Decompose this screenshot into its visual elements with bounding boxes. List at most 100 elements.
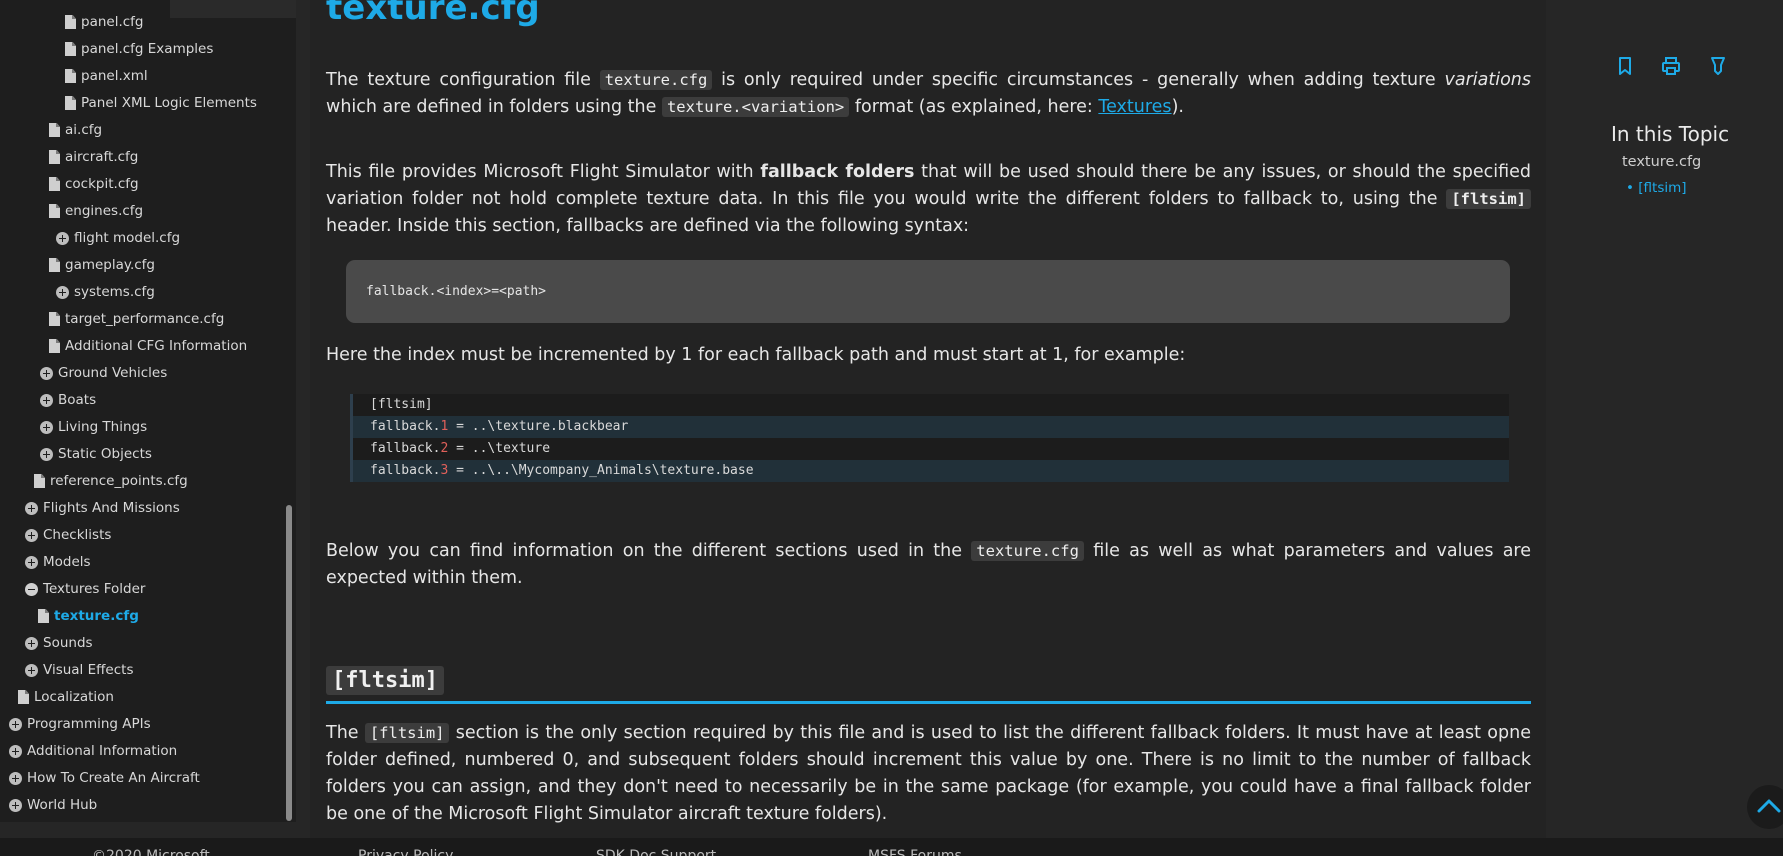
sidebar-item[interactable]: texture.cfg bbox=[38, 604, 139, 628]
sidebar-item-label: reference_points.cfg bbox=[50, 473, 188, 489]
sidebar-item-label: World Hub bbox=[27, 797, 98, 813]
sidebar-item[interactable]: Models bbox=[25, 550, 91, 574]
sidebar-item-label: cockpit.cfg bbox=[65, 176, 139, 192]
sidebar-item[interactable]: gameplay.cfg bbox=[49, 253, 155, 277]
expand-icon[interactable] bbox=[25, 636, 38, 650]
document-icon bbox=[65, 69, 76, 83]
sidebar-item[interactable]: aircraft.cfg bbox=[49, 145, 138, 169]
section-heading-fltsim: [fltsim] bbox=[326, 666, 444, 695]
footer-forums-link[interactable]: MSFS Forums bbox=[868, 848, 962, 856]
sidebar-scrollbar-thumb[interactable] bbox=[286, 505, 292, 821]
document-icon bbox=[65, 42, 76, 56]
sidebar-item-label: Panel XML Logic Elements bbox=[81, 95, 257, 111]
expand-icon[interactable] bbox=[9, 744, 22, 758]
code-text: fallback. bbox=[370, 463, 441, 478]
expand-icon[interactable] bbox=[25, 528, 38, 542]
sidebar-item[interactable]: Boats bbox=[40, 388, 96, 412]
sidebar-item[interactable]: panel.cfg Examples bbox=[65, 37, 213, 61]
toc-title: In this Topic bbox=[1611, 122, 1730, 146]
sidebar-item-label: Ground Vehicles bbox=[58, 365, 168, 381]
text: header. Inside this section, fallbacks a… bbox=[326, 216, 970, 236]
sidebar-item[interactable]: Textures Folder bbox=[25, 577, 145, 601]
sidebar-item[interactable]: Additional Information bbox=[9, 739, 177, 763]
sidebar-top-strip bbox=[170, 0, 296, 18]
expand-icon[interactable] bbox=[25, 555, 38, 569]
sidebar-item[interactable]: Ground Vehicles bbox=[40, 361, 167, 385]
text: which are defined in folders using the bbox=[326, 97, 662, 117]
collapse-icon[interactable] bbox=[25, 582, 38, 596]
right-panel: In this Topic texture.cfg • [fltsim] bbox=[1563, 0, 1783, 840]
document-icon bbox=[49, 123, 60, 137]
expand-icon[interactable] bbox=[25, 501, 38, 515]
text: This file provides Microsoft Flight Simu… bbox=[326, 162, 761, 182]
document-icon bbox=[49, 312, 60, 326]
sidebar-item[interactable]: ai.cfg bbox=[49, 118, 102, 142]
sidebar-item[interactable]: Localization bbox=[18, 685, 114, 709]
sidebar-item-label: target_performance.cfg bbox=[65, 311, 225, 327]
sidebar-item[interactable]: Programming APIs bbox=[9, 712, 151, 736]
sidebar-item[interactable]: Additional CFG Information bbox=[49, 334, 247, 358]
code-text: [fltsim] bbox=[370, 397, 433, 412]
sidebar-item[interactable]: cockpit.cfg bbox=[49, 172, 139, 196]
sidebar-item[interactable]: target_performance.cfg bbox=[49, 307, 224, 331]
inline-code: texture.cfg bbox=[971, 541, 1084, 561]
sidebar-item[interactable]: systems.cfg bbox=[56, 280, 155, 304]
code-line: fallback.<index>=<path> bbox=[366, 284, 547, 299]
code-line: fallback.3 = ..\..\Mycompany_Animals\tex… bbox=[353, 460, 1509, 482]
footer-sdk-support-link[interactable]: SDK Doc Support bbox=[596, 848, 716, 856]
fallback-paragraph: This file provides Microsoft Flight Simu… bbox=[326, 159, 1531, 240]
highlight-icon[interactable] bbox=[1707, 55, 1729, 77]
expand-icon[interactable] bbox=[9, 798, 22, 812]
code-line: fallback.2 = ..\texture bbox=[353, 438, 1509, 460]
expand-icon[interactable] bbox=[9, 771, 22, 785]
sidebar-item[interactable]: flight model.cfg bbox=[56, 226, 180, 250]
sidebar-item[interactable]: Panel XML Logic Elements bbox=[65, 91, 257, 115]
index-paragraph: Here the index must be incremented by 1 … bbox=[326, 345, 1186, 365]
bold-text: fallback folders bbox=[760, 162, 915, 182]
footer-copyright: ©2020 Microsoft bbox=[92, 848, 210, 856]
sidebar-item[interactable]: Flights And Missions bbox=[25, 496, 180, 520]
sidebar-item[interactable]: panel.cfg bbox=[65, 10, 144, 34]
footer-privacy-link[interactable]: Privacy Policy bbox=[358, 848, 453, 856]
expand-icon[interactable] bbox=[25, 663, 38, 677]
sidebar-item[interactable]: reference_points.cfg bbox=[34, 469, 188, 493]
back-to-top-button[interactable] bbox=[1747, 785, 1783, 829]
footer: ©2020 Microsoft Privacy Policy SDK Doc S… bbox=[0, 838, 1783, 856]
code-text: fallback. bbox=[370, 441, 441, 456]
expand-icon[interactable] bbox=[56, 285, 69, 299]
expand-icon[interactable] bbox=[40, 366, 53, 380]
sidebar-item-label: Sounds bbox=[43, 635, 93, 651]
sidebar-item-label: panel.xml bbox=[81, 68, 148, 84]
document-icon bbox=[49, 258, 60, 272]
sidebar-item[interactable]: Visual Effects bbox=[25, 658, 133, 682]
sidebar-item-label: panel.cfg bbox=[81, 14, 144, 30]
sidebar-item-label: Static Objects bbox=[58, 446, 152, 462]
expand-icon[interactable] bbox=[40, 393, 53, 407]
expand-icon[interactable] bbox=[40, 420, 53, 434]
document-icon bbox=[49, 177, 60, 191]
text: is only required under specific circumst… bbox=[712, 70, 1445, 90]
textures-link[interactable]: Textures bbox=[1098, 97, 1171, 117]
toc-link-fltsim[interactable]: • [fltsim] bbox=[1626, 180, 1687, 196]
sidebar-item[interactable]: World Hub bbox=[9, 793, 97, 817]
toc-link-texture-cfg[interactable]: texture.cfg bbox=[1622, 154, 1701, 170]
chevron-up-icon bbox=[1757, 799, 1781, 813]
sidebar-item-label: flight model.cfg bbox=[74, 230, 181, 246]
sidebar-item[interactable]: Sounds bbox=[25, 631, 93, 655]
sidebar-item-label: Models bbox=[43, 554, 91, 570]
sidebar-item-label: Living Things bbox=[58, 419, 148, 435]
sidebar-item[interactable]: Static Objects bbox=[40, 442, 152, 466]
sidebar-item-label: Textures Folder bbox=[43, 581, 146, 597]
sidebar-navigation: panel.cfg panel.cfg Examples panel.xml Pane… bbox=[0, 0, 296, 822]
expand-icon[interactable] bbox=[40, 447, 53, 461]
bookmark-icon[interactable] bbox=[1614, 55, 1636, 77]
sidebar-item[interactable]: Checklists bbox=[25, 523, 111, 547]
sidebar-item[interactable]: How To Create An Aircraft bbox=[9, 766, 200, 790]
sidebar-item[interactable]: Living Things bbox=[40, 415, 147, 439]
intro-paragraph: The texture configuration file texture.c… bbox=[326, 67, 1531, 121]
print-icon[interactable] bbox=[1660, 55, 1682, 77]
expand-icon[interactable] bbox=[9, 717, 22, 731]
expand-icon[interactable] bbox=[56, 231, 69, 245]
sidebar-item[interactable]: panel.xml bbox=[65, 64, 148, 88]
sidebar-item[interactable]: engines.cfg bbox=[49, 199, 143, 223]
